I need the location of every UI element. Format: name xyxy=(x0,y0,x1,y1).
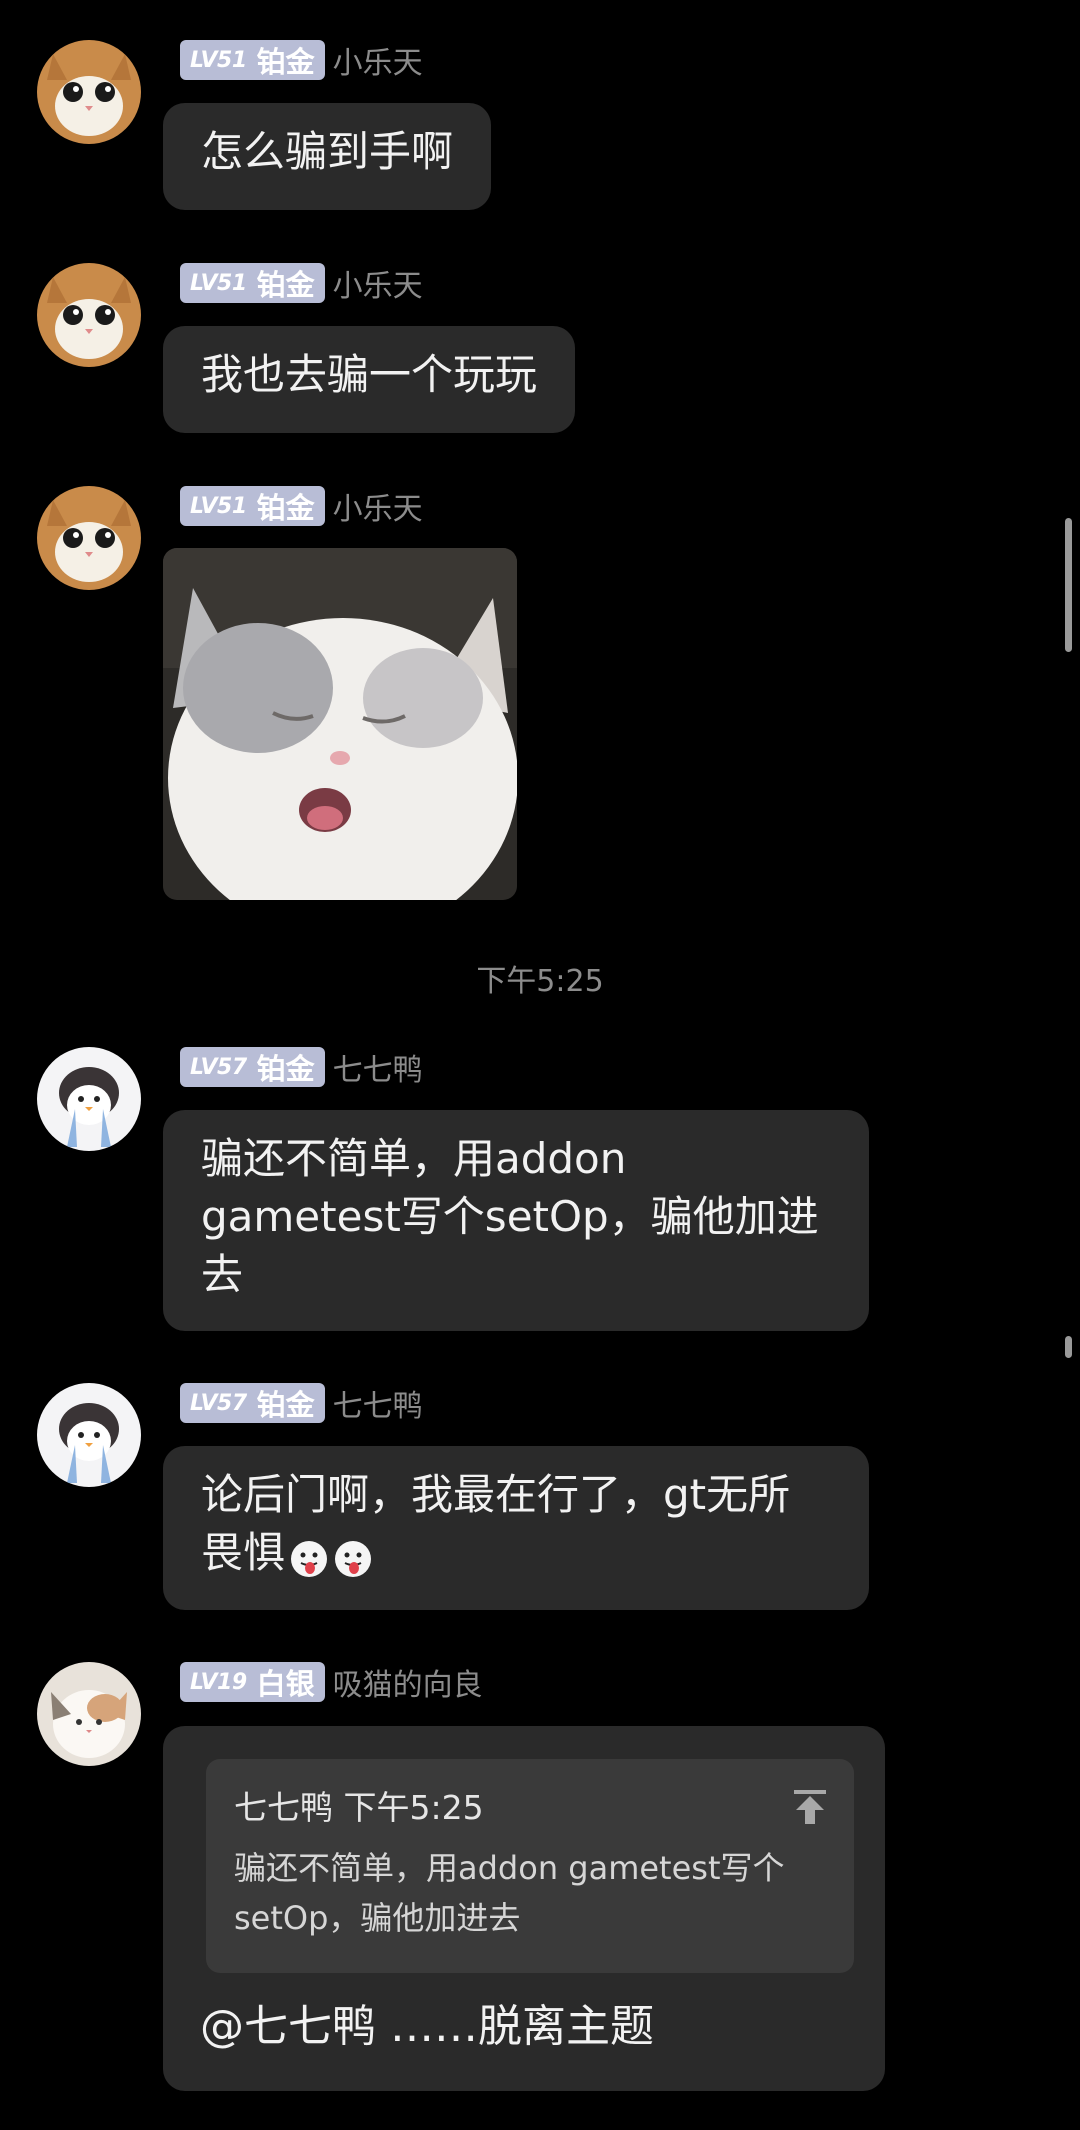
level-badge: LV51 铂金 xyxy=(180,40,325,80)
avatar[interactable] xyxy=(37,1047,141,1151)
scrollbar-marker[interactable] xyxy=(1065,1336,1072,1358)
message-line: 论后门啊，我最在行了，gt无所 xyxy=(201,1470,791,1519)
avatar[interactable] xyxy=(37,1662,141,1766)
quote-header: 七七鸭 下午5:25 xyxy=(234,1788,484,1827)
message-bubble[interactable]: 论后门啊，我最在行了，gt无所 畏惧 xyxy=(163,1446,869,1610)
nickname[interactable]: 小乐天 xyxy=(333,38,423,82)
message-line: 畏惧 xyxy=(201,1524,831,1582)
timestamp: 下午5:25 xyxy=(476,964,604,999)
avatar[interactable] xyxy=(37,486,141,590)
scrollbar-thumb[interactable] xyxy=(1065,518,1072,652)
quote-text: 骗还不简单，用addon gametest写个 setOp，骗他加进去 xyxy=(234,1849,785,1937)
message-bubble[interactable]: 骗还不简单，用addon gametest写个setOp，骗他加进 去 xyxy=(163,1110,869,1331)
message-line: 去 xyxy=(201,1250,244,1299)
cat-photo[interactable] xyxy=(163,548,517,900)
reply-text: @七七鸭 ……脱离主题 xyxy=(200,2001,654,2052)
tongue-out-emoji-icon xyxy=(333,1536,373,1577)
message-bubble[interactable]: 怎么骗到手啊 xyxy=(163,103,492,210)
level-badge: LV57 铂金 xyxy=(180,1047,325,1087)
level-badge: LV51 铂金 xyxy=(180,486,325,526)
tongue-out-emoji-icon xyxy=(289,1536,329,1577)
avatar[interactable] xyxy=(37,1383,141,1487)
scroll-to-original-icon[interactable] xyxy=(790,1787,830,1827)
avatar[interactable] xyxy=(37,263,141,367)
message-bubble[interactable]: 我也去骗一个玩玩 xyxy=(163,326,576,433)
level-badge: LV19 白银 xyxy=(180,1662,325,1702)
nickname[interactable]: 七七鸭 xyxy=(333,1045,423,1089)
nickname[interactable]: 小乐天 xyxy=(333,261,423,305)
quoted-message[interactable]: 七七鸭 下午5:25 骗还不简单，用addon gametest写个 setOp… xyxy=(206,1759,854,1973)
message-line: gametest写个setOp，骗他加进 xyxy=(201,1192,819,1241)
nickname[interactable]: 七七鸭 xyxy=(333,1381,423,1425)
avatar[interactable] xyxy=(37,40,141,144)
level-badge: LV51 铂金 xyxy=(180,263,325,303)
nickname[interactable]: 小乐天 xyxy=(333,484,423,528)
level-badge: LV57 铂金 xyxy=(180,1383,325,1423)
nickname[interactable]: 吸猫的向良 xyxy=(333,1660,483,1704)
message-line: 骗还不简单，用addon xyxy=(201,1134,627,1183)
